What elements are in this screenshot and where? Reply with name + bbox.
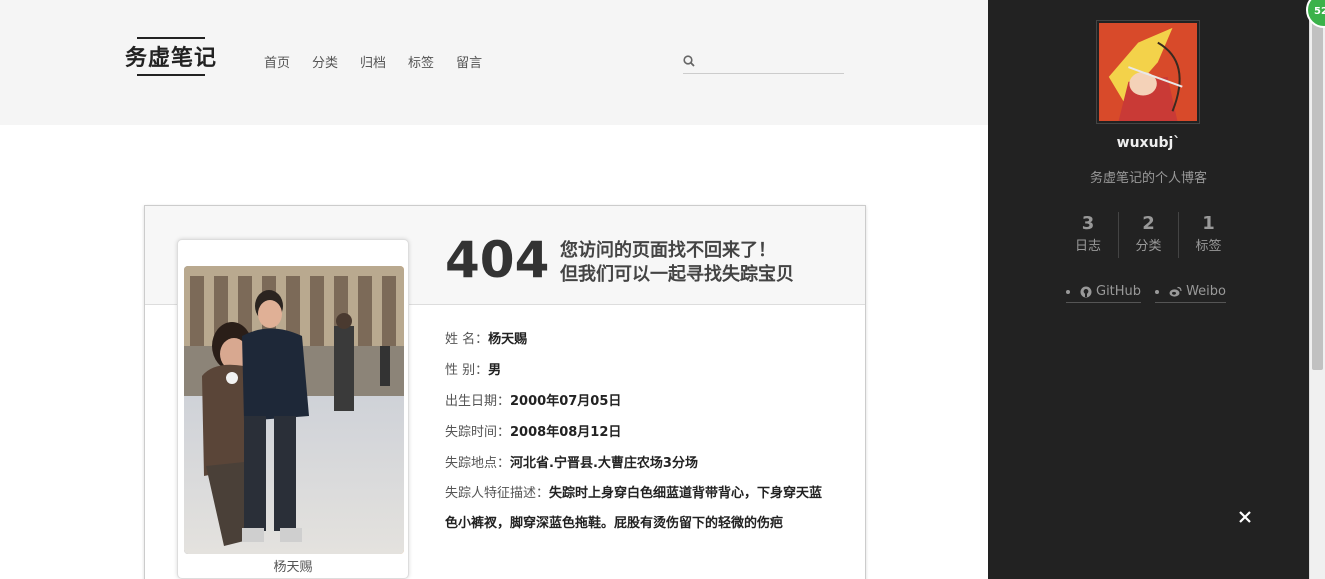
sidebar: wuxubj` 务虚笔记的个人博客 3 日志 2 分类 1 标签 GitHub <box>988 0 1309 579</box>
info-missing-date-value: 2008年08月12日 <box>510 425 622 440</box>
main-nav: 首页 分类 归档 标签 留言 <box>264 52 482 71</box>
weibo-link[interactable]: Weibo <box>1155 284 1226 303</box>
info-missing-place: 失踪地点：河北省.宁晋县.大曹庄农场3分场 <box>445 448 835 479</box>
stat-categories-count: 2 <box>1142 213 1155 234</box>
error-message-line2: 但我们可以一起寻找失踪宝贝 <box>560 264 794 285</box>
missing-child-photo <box>184 266 404 554</box>
social-links: GitHub Weibo <box>1066 284 1226 303</box>
info-missing-date-label: 失踪时间： <box>445 425 511 440</box>
info-birthdate: 出生日期：2000年07月05日 <box>445 386 835 417</box>
github-icon <box>1080 286 1092 297</box>
stat-posts[interactable]: 3 日志 <box>1058 212 1118 258</box>
info-description: 失踪人特征描述：失踪时上身穿白色细蓝道背带背心，下身穿天蓝色小裤衩，脚穿深蓝色拖… <box>445 479 835 539</box>
close-icon[interactable] <box>1237 509 1253 525</box>
info-gender-label: 性 别： <box>445 363 489 378</box>
info-missing-date: 失踪时间：2008年08月12日 <box>445 417 835 448</box>
site-stats: 3 日志 2 分类 1 标签 <box>1058 212 1238 258</box>
site-logo[interactable]: 务虚笔记 <box>125 37 217 76</box>
info-name-label: 姓 名： <box>445 332 489 347</box>
missing-child-info: 姓 名：杨天赐 性 别：男 出生日期：2000年07月05日 失踪时间：2008… <box>445 324 835 539</box>
info-gender: 性 别：男 <box>445 355 835 386</box>
nav-categories[interactable]: 分类 <box>312 52 338 71</box>
error-code: 404 <box>445 231 550 289</box>
stat-tags-label: 标签 <box>1195 239 1222 254</box>
weibo-icon <box>1169 286 1182 297</box>
info-name: 姓 名：杨天赐 <box>445 324 835 355</box>
photo-caption: 杨天赐 <box>273 560 313 575</box>
missing-child-photo-frame: 杨天赐 <box>177 239 409 579</box>
nav-archives[interactable]: 归档 <box>360 52 386 71</box>
stat-tags[interactable]: 1 标签 <box>1178 212 1238 258</box>
stat-posts-label: 日志 <box>1074 239 1101 254</box>
stat-categories-label: 分类 <box>1135 239 1162 254</box>
not-found-card: 404 您访问的页面找不回来了！ 但我们可以一起寻找失踪宝贝 杨天赐 姓 名：杨… <box>144 205 866 579</box>
author-name: wuxubj` <box>1116 135 1181 151</box>
nav-guestbook[interactable]: 留言 <box>456 52 482 71</box>
nav-home[interactable]: 首页 <box>264 52 290 71</box>
info-birthdate-value: 2000年07月05日 <box>510 394 622 409</box>
info-missing-place-label: 失踪地点： <box>445 456 511 471</box>
stat-categories[interactable]: 2 分类 <box>1118 212 1178 258</box>
search-box <box>683 52 844 74</box>
search-icon[interactable] <box>683 55 695 67</box>
avatar[interactable] <box>1099 23 1197 121</box>
info-missing-place-value: 河北省.宁晋县.大曹庄农场3分场 <box>510 456 698 471</box>
info-birthdate-label: 出生日期： <box>445 394 511 409</box>
stat-posts-count: 3 <box>1081 213 1095 234</box>
info-gender-value: 男 <box>488 363 502 378</box>
github-link-label: GitHub <box>1096 284 1142 299</box>
stat-tags-count: 1 <box>1202 213 1215 234</box>
github-link[interactable]: GitHub <box>1066 284 1142 303</box>
scrollbar-thumb[interactable] <box>1312 10 1323 370</box>
bullet-dot <box>1155 289 1160 294</box>
error-message: 您访问的页面找不回来了！ 但我们可以一起寻找失踪宝贝 <box>560 239 794 287</box>
info-name-value: 杨天赐 <box>488 332 528 347</box>
search-input[interactable] <box>701 52 841 72</box>
author-description: 务虚笔记的个人博客 <box>1089 171 1207 186</box>
info-description-label: 失踪人特征描述： <box>445 486 550 501</box>
weibo-link-label: Weibo <box>1186 284 1226 299</box>
avatar-frame <box>1096 20 1200 124</box>
bullet-dot <box>1066 289 1070 294</box>
page-scrollbar[interactable] <box>1309 0 1325 579</box>
nav-tags[interactable]: 标签 <box>408 52 434 71</box>
site-header: 务虚笔记 首页 分类 归档 标签 留言 <box>0 0 988 125</box>
error-message-line1: 您访问的页面找不回来了！ <box>560 240 776 261</box>
